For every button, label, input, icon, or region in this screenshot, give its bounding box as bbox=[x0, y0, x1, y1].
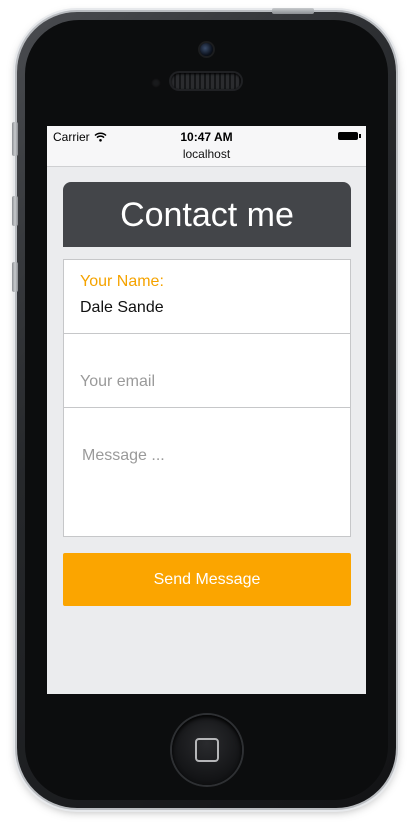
status-time: 10:47 AM bbox=[180, 130, 233, 144]
address-bar[interactable]: localhost bbox=[47, 146, 366, 167]
home-button[interactable] bbox=[172, 715, 242, 785]
email-field[interactable]: Your email bbox=[64, 334, 350, 408]
front-camera bbox=[200, 43, 213, 56]
message-textarea[interactable]: Message ... bbox=[82, 447, 165, 465]
earpiece-speaker bbox=[171, 73, 241, 89]
message-field[interactable]: Message ... bbox=[64, 408, 350, 536]
power-button bbox=[272, 8, 314, 14]
volume-up-button bbox=[12, 196, 18, 226]
url-text: localhost bbox=[182, 147, 231, 161]
battery-icon bbox=[338, 132, 361, 140]
name-field[interactable]: Your Name: Dale Sande bbox=[64, 260, 350, 334]
phone-screen: Carrier 10:47 AM localhost Contact me Yo… bbox=[47, 126, 366, 694]
proximity-sensor bbox=[151, 78, 161, 88]
page-title: Contact me bbox=[63, 182, 351, 247]
name-input[interactable]: Dale Sande bbox=[80, 299, 164, 317]
email-input[interactable]: Your email bbox=[80, 373, 155, 391]
status-bar: Carrier 10:47 AM bbox=[47, 126, 366, 146]
volume-down-button bbox=[12, 262, 18, 292]
contact-form: Your Name: Dale Sande Your email Message… bbox=[63, 259, 351, 537]
send-message-button[interactable]: Send Message bbox=[63, 553, 351, 606]
mute-switch bbox=[12, 122, 18, 156]
home-square-icon bbox=[195, 738, 219, 762]
name-label: Your Name: bbox=[80, 273, 164, 290]
